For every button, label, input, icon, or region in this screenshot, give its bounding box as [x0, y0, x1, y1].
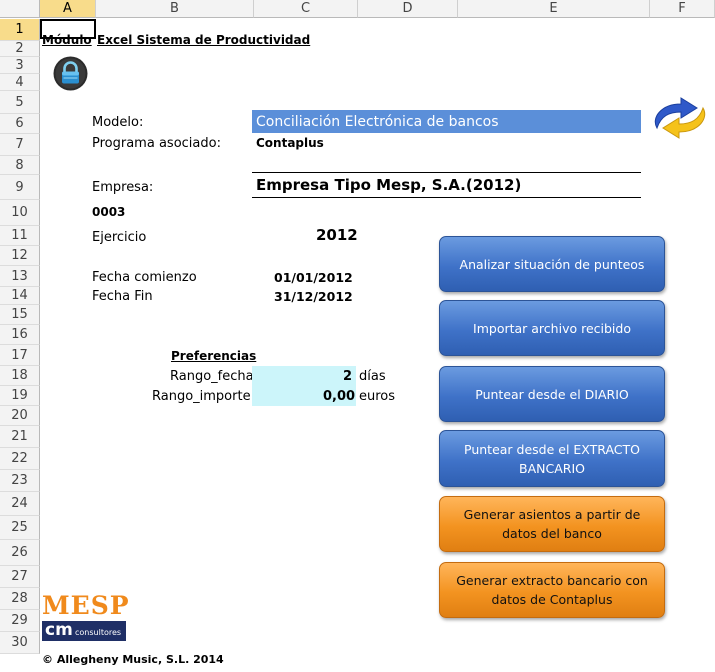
row-header[interactable]: 13 [0, 266, 40, 287]
row-header[interactable]: 6 [0, 114, 40, 134]
row-header[interactable]: 29 [0, 610, 40, 632]
row-header[interactable]: 26 [0, 540, 40, 566]
row-header[interactable]: 7 [0, 134, 40, 156]
row-header[interactable]: 24 [0, 492, 40, 516]
row-header[interactable]: 19 [0, 386, 40, 406]
column-header-b[interactable]: B [96, 0, 254, 18]
logo-caption: consultores [75, 628, 122, 637]
row-header[interactable]: 14 [0, 287, 40, 305]
row-header[interactable]: 12 [0, 246, 40, 266]
generar-asientos-button[interactable]: Generar asientos a partir de datos del b… [439, 496, 665, 552]
rango-fecha-value: 2 [343, 369, 353, 384]
importar-button[interactable]: Importar archivo recibido [439, 300, 665, 356]
fecha-fin-value[interactable]: 31/12/2012 [274, 289, 353, 304]
lock-icon[interactable] [53, 56, 88, 91]
row-header[interactable]: 10 [0, 200, 40, 226]
row-header[interactable]: 11 [0, 226, 40, 246]
row-header[interactable]: 16 [0, 325, 40, 345]
column-header-a[interactable]: A [40, 0, 96, 18]
analizar-button[interactable]: Analizar situación de punteos [439, 236, 665, 292]
row-header[interactable]: 15 [0, 305, 40, 325]
fecha-comienzo-value[interactable]: 01/01/2012 [274, 270, 353, 285]
row-header[interactable]: 5 [0, 91, 40, 114]
rango-importe-unit: euros [359, 389, 396, 404]
row-header[interactable]: 8 [0, 156, 40, 175]
row-header[interactable]: 4 [0, 74, 40, 91]
empresa-code: 0003 [92, 205, 126, 219]
rango-importe-value: 0,00 [323, 389, 356, 404]
column-header-d[interactable]: D [358, 0, 458, 18]
rango-fecha-unit: días [359, 369, 386, 384]
module-title: Excel Sistema de Productividad [97, 33, 311, 47]
modelo-label: Modelo: [92, 115, 144, 130]
logo-top-text: MESP [42, 591, 130, 620]
select-all-corner[interactable] [0, 0, 40, 18]
column-header-f[interactable]: F [650, 0, 715, 18]
row-header[interactable]: 23 [0, 470, 40, 492]
fecha-comienzo-label: Fecha comienzo [92, 270, 197, 285]
row-header[interactable]: 21 [0, 426, 40, 448]
row-header[interactable]: 17 [0, 345, 40, 366]
rango-importe-label: Rango_importe [152, 389, 251, 404]
logo-bottom-bar: cm consultores [42, 621, 126, 641]
empresa-label: Empresa: [92, 180, 154, 195]
empresa-bottom-border [252, 197, 641, 198]
fecha-fin-label: Fecha Fin [92, 289, 153, 304]
row-header[interactable]: 25 [0, 516, 40, 540]
row-header[interactable]: 2 [0, 41, 40, 57]
module-title-label: Módulo [42, 33, 92, 47]
rango-fecha-label: Rango_fecha [170, 369, 254, 384]
empresa-value[interactable]: Empresa Tipo Mesp, S.A.(2012) [256, 176, 521, 194]
row-header[interactable]: 9 [0, 175, 40, 200]
refresh-arrows-icon[interactable] [647, 94, 713, 142]
rango-fecha-cell[interactable] [252, 366, 356, 386]
row-header[interactable]: 3 [0, 57, 40, 74]
programa-label: Programa asociado: [92, 136, 221, 151]
logo-mark: cm [45, 620, 73, 640]
ejercicio-value[interactable]: 2012 [316, 226, 358, 244]
generar-extracto-button[interactable]: Generar extracto bancario con datos de C… [439, 562, 665, 618]
row-header[interactable]: 1 [0, 19, 40, 41]
programa-value: Contaplus [256, 136, 324, 150]
row-header[interactable]: 22 [0, 448, 40, 470]
preferencias-header: Preferencias [171, 349, 257, 363]
row-header[interactable]: 18 [0, 366, 40, 386]
row-header[interactable]: 28 [0, 588, 40, 610]
empresa-top-border [252, 172, 641, 173]
column-header-e[interactable]: E [458, 0, 650, 18]
copyright-footer: © Allegheny Music, S.L. 2014 [42, 653, 224, 666]
modelo-value: Conciliación Electrónica de bancos [256, 114, 499, 130]
row-header[interactable]: 30 [0, 632, 40, 654]
ejercicio-label: Ejercicio [92, 230, 147, 245]
mesp-logo: MESP cm consultores [42, 591, 130, 642]
row-header[interactable]: 27 [0, 566, 40, 588]
puntear-diario-button[interactable]: Puntear desde el DIARIO [439, 366, 665, 422]
puntear-extracto-button[interactable]: Puntear desde el EXTRACTO BANCARIO [439, 430, 665, 487]
row-header[interactable]: 20 [0, 406, 40, 426]
column-header-c[interactable]: C [254, 0, 358, 18]
